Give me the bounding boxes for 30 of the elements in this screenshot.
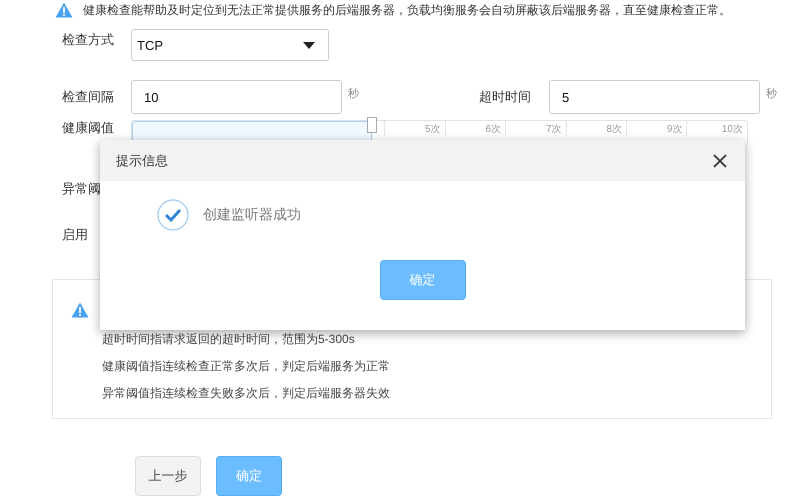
- tick-label: 9次: [626, 121, 686, 136]
- dialog-title: 提示信息: [116, 152, 168, 170]
- dialog-message: 创建监听器成功: [203, 206, 301, 224]
- notice-text: 健康检查能帮助及时定位到无法正常提供服务的后端服务器，负载均衡服务会自动屏蔽该后端服务器，直至健康检查正常。: [83, 2, 731, 18]
- tick-label: 5次: [384, 121, 445, 136]
- slider-thumb[interactable]: [366, 117, 377, 133]
- tip-text: 异常阈值指连续检查失败多次后，判定后端服务器失效: [102, 385, 390, 402]
- field-label: 超时时间: [479, 88, 532, 106]
- back-button[interactable]: 上一步: [135, 456, 201, 496]
- tick-label: 6次: [444, 121, 506, 136]
- close-icon[interactable]: [713, 154, 727, 168]
- tip-text: 健康阈值指连续检查正常多次后，判定后端服务为正常: [102, 358, 390, 375]
- field-label: 检查间隔: [62, 88, 115, 106]
- field-label: 健康阈值: [62, 120, 115, 136]
- number-field[interactable]: 10: [131, 80, 342, 114]
- warning-icon: [55, 2, 73, 18]
- field-label: 检查方式: [62, 30, 115, 48]
- number-field[interactable]: 5: [549, 80, 760, 114]
- tick-label: 8次: [566, 121, 626, 136]
- field-label: 异常阈: [62, 180, 102, 198]
- field-label: 启用: [62, 226, 89, 244]
- unit-label: 秒: [766, 87, 777, 101]
- success-check-icon: [157, 199, 189, 231]
- caret-icon: [303, 42, 315, 48]
- tip-text: 超时时间指请求返回的超时时间，范围为5-300s: [102, 331, 356, 348]
- tick-label: 10次: [686, 121, 747, 136]
- method-dropdown[interactable]: TCP: [131, 29, 329, 61]
- warning-icon: [71, 302, 89, 318]
- unit-label: 秒: [348, 87, 359, 101]
- tick-label: 7次: [505, 121, 566, 136]
